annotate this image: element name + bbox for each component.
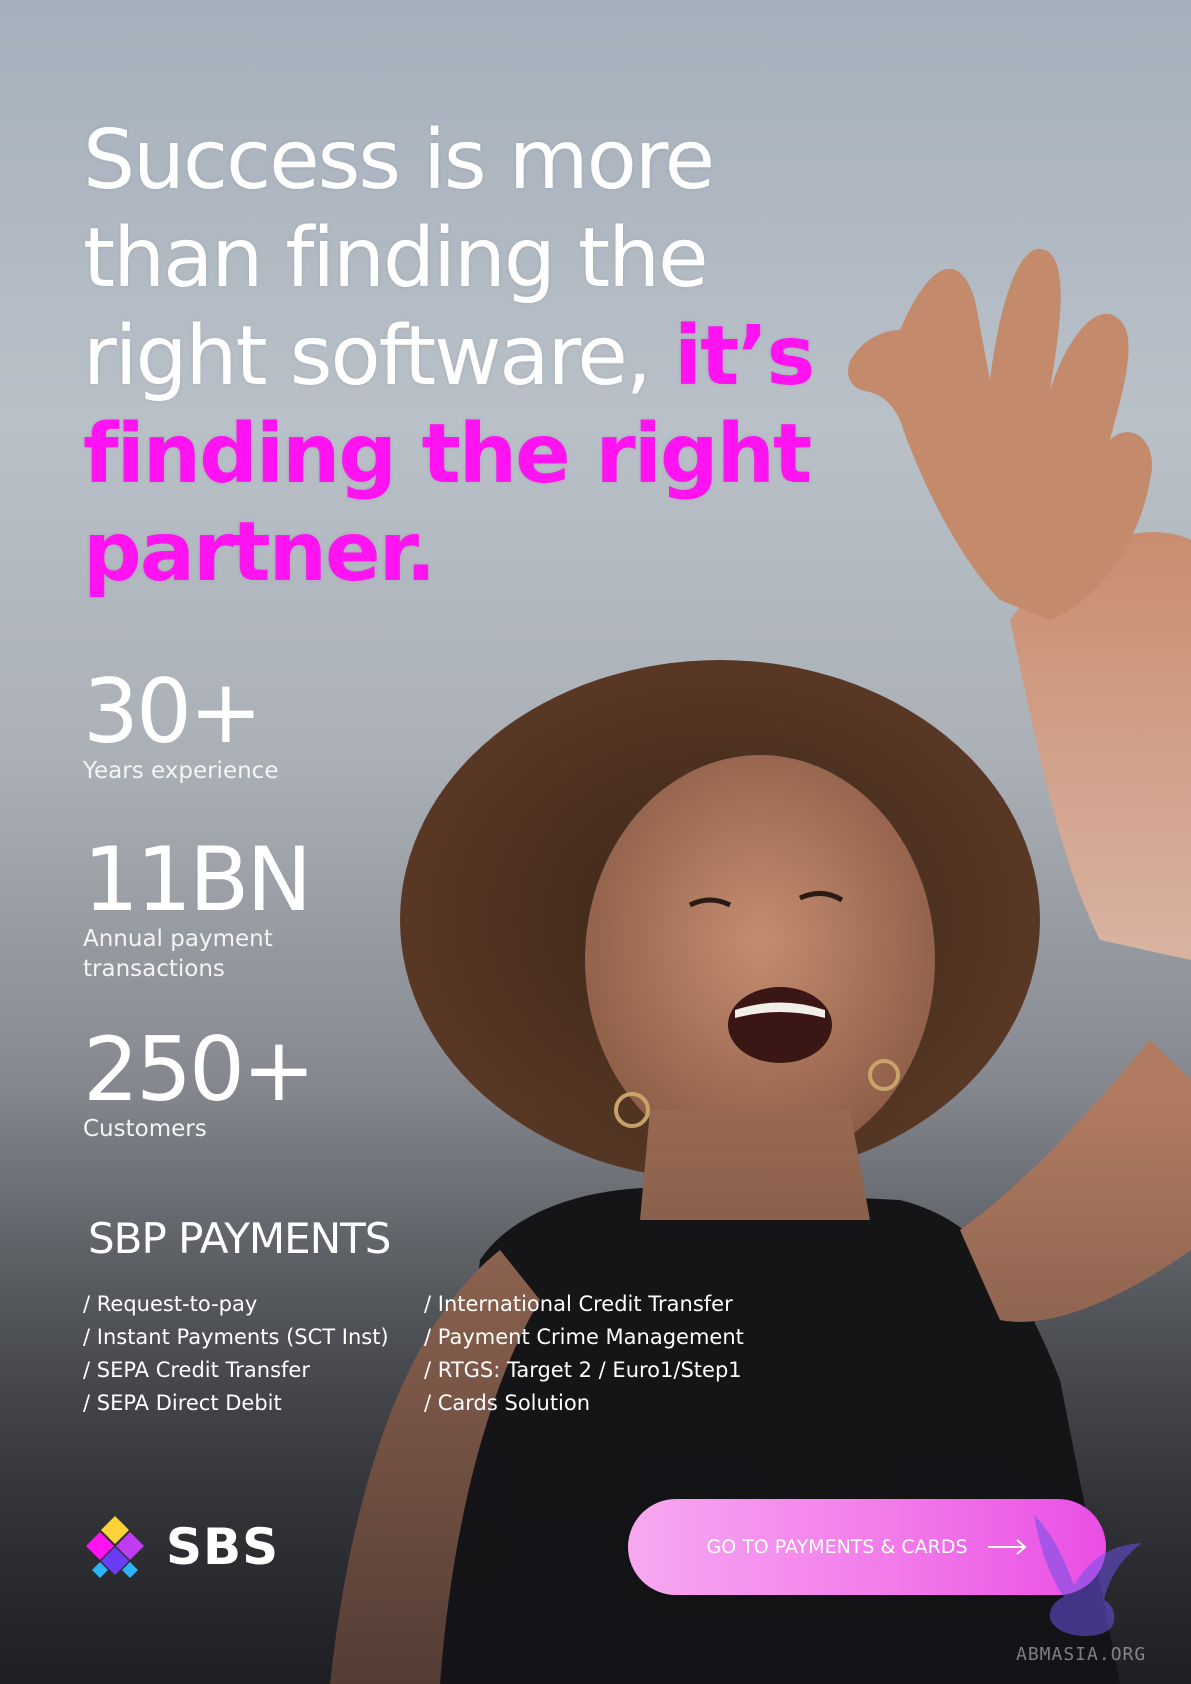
stat-years: 30+ Years experience — [83, 668, 278, 786]
headline-line2: than finding the — [83, 211, 709, 306]
stat-value: 11BN — [83, 828, 312, 931]
stat-label-line2: transactions — [83, 956, 225, 982]
sbs-logo: SBS — [84, 1516, 279, 1578]
stat-transactions: 11BN Annual payment transactions — [83, 828, 312, 984]
stat-value: 250+ — [83, 1018, 316, 1121]
stat-value: 30+ — [83, 660, 263, 763]
list-item: / RTGS: Target 2 / Euro1/Step1 — [424, 1358, 742, 1382]
headline-line1: Success is more — [83, 113, 715, 208]
sbs-diamond-logo-icon — [86, 1516, 144, 1578]
stat-customers: 250+ Customers — [83, 1018, 316, 1144]
list-item: / Instant Payments (SCT Inst) — [83, 1325, 389, 1349]
griffin-watermark-icon — [1034, 1515, 1142, 1637]
list-item: / Request-to-pay — [83, 1292, 258, 1316]
list-item: / Payment Crime Management — [424, 1325, 744, 1349]
headline-accent-line3: it’s — [674, 309, 815, 404]
headline-accent-line4: finding the right — [83, 407, 812, 502]
watermark-text: ABMASIA.ORG — [1016, 1644, 1147, 1665]
list-item: / International Credit Transfer — [424, 1292, 733, 1316]
list-item: / SEPA Credit Transfer — [83, 1358, 310, 1382]
headline-line3: right software, — [83, 309, 675, 404]
list-item: / SEPA Direct Debit — [83, 1391, 282, 1415]
headline: Success is more than finding the right s… — [83, 112, 903, 602]
stat-label: Years experience — [83, 758, 279, 784]
logo-text: SBS — [166, 1518, 280, 1576]
services-list-right: / International Credit Transfer / Paymen… — [424, 1288, 744, 1420]
section-title: SBP PAYMENTS — [88, 1214, 391, 1263]
list-item: / Cards Solution — [424, 1391, 591, 1415]
headline-accent-line5: partner. — [83, 505, 437, 600]
cta-label: GO TO PAYMENTS & CARDS — [706, 1536, 968, 1558]
services-list-left: / Request-to-pay / Instant Payments (SCT… — [83, 1288, 389, 1420]
